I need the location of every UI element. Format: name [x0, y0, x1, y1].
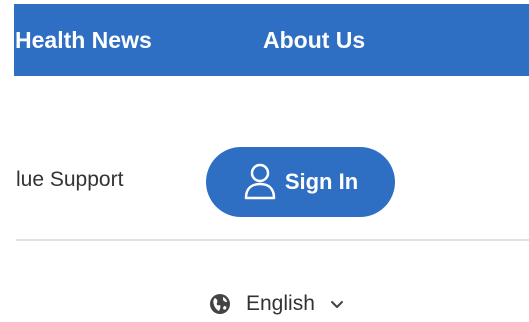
- nav-item-health-news[interactable]: Health News: [15, 4, 152, 76]
- support-link[interactable]: lue Support: [16, 168, 123, 192]
- language-label: English: [246, 292, 315, 315]
- page: Health News About Us lue Support Sign In…: [0, 0, 529, 322]
- chevron-down-icon: [329, 296, 345, 312]
- divider: [16, 239, 529, 241]
- nav-item-about-us[interactable]: About Us: [263, 4, 365, 76]
- globe-icon: [208, 292, 232, 316]
- sign-in-button[interactable]: Sign In: [206, 147, 395, 217]
- top-nav-bar: Health News About Us: [14, 4, 529, 76]
- sign-in-label: Sign In: [284, 169, 359, 194]
- language-selector[interactable]: English: [208, 284, 345, 322]
- user-icon: [243, 162, 277, 202]
